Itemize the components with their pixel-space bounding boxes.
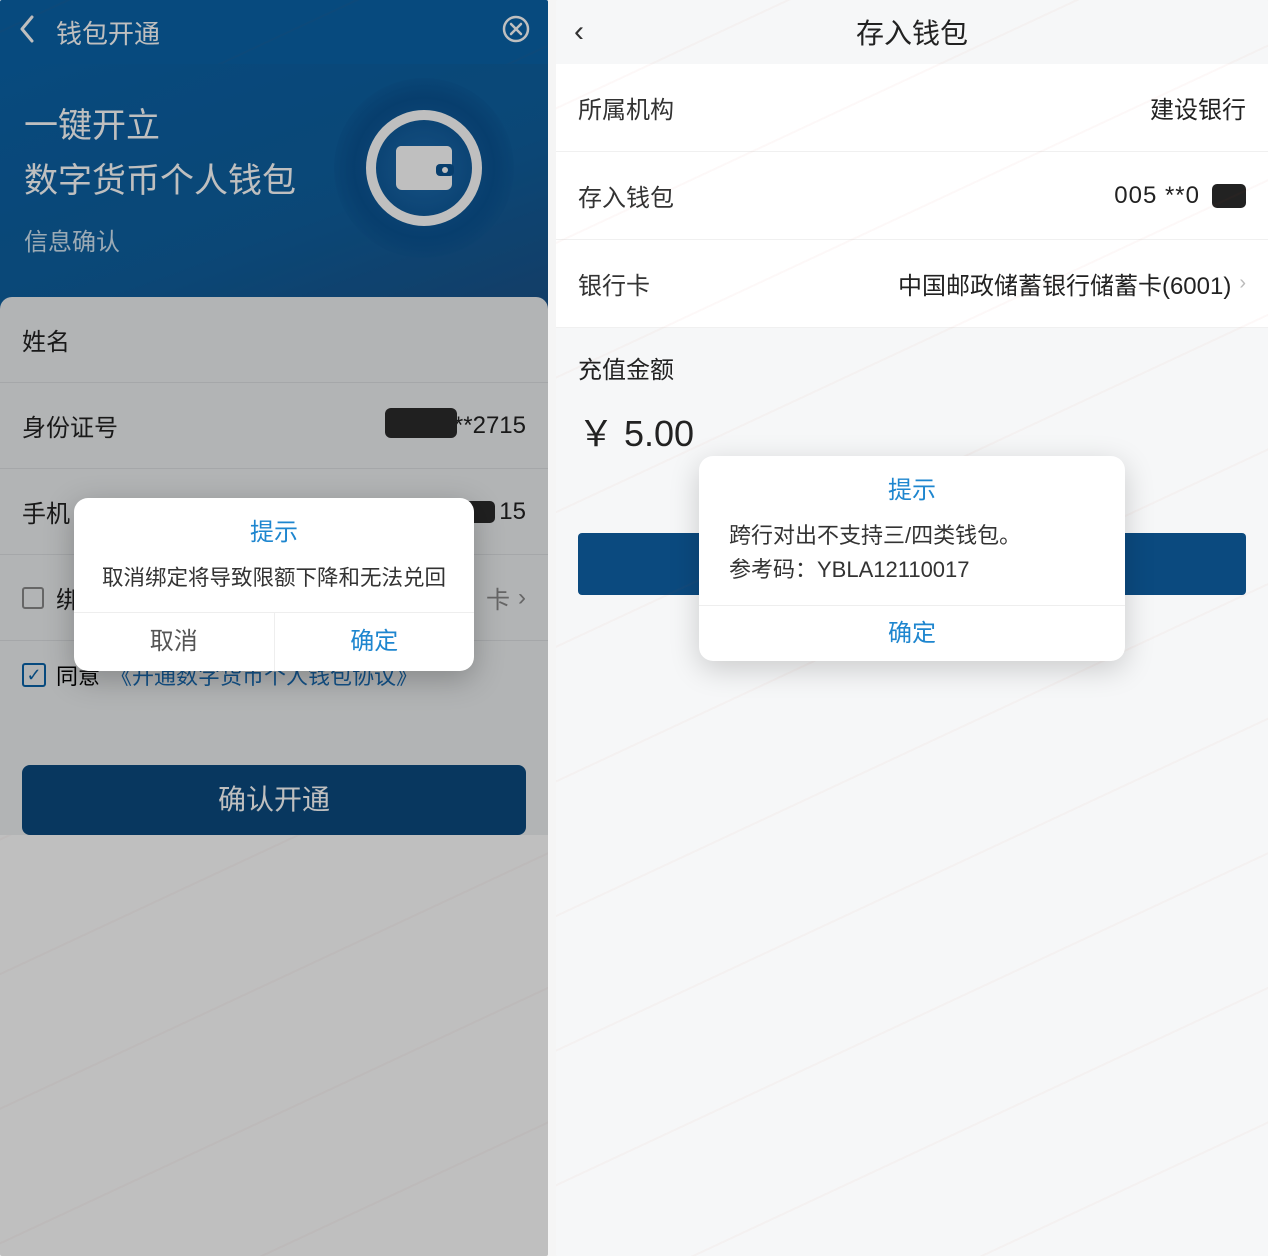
- dialog-left: 提示 取消绑定将导致限额下降和无法兑回 取消 确定: [74, 498, 474, 671]
- ok-button-right[interactable]: 确定: [699, 605, 1125, 661]
- cancel-button[interactable]: 取消: [74, 613, 275, 671]
- dialog-right-title: 提示: [699, 456, 1125, 513]
- dialog-left-buttons: 取消 确定: [74, 612, 474, 671]
- dialog-left-body: 取消绑定将导致限额下降和无法兑回: [74, 557, 474, 612]
- right-screenshot: ‹ 存入钱包 所属机构 建设银行 存入钱包 005 **0 银行卡 中国邮政储蓄…: [556, 0, 1268, 1256]
- ok-button-left[interactable]: 确定: [275, 613, 475, 671]
- left-screenshot: 钱包开通 一键开立 数字货币个人钱包 信息确认 姓名 身份证号: [0, 0, 548, 1256]
- dialog-right-line2: 参考码：YBLA12110017: [729, 553, 1095, 587]
- dialog-left-title: 提示: [74, 498, 474, 557]
- dialog-right-body: 跨行对出不支持三/四类钱包。 参考码：YBLA12110017: [699, 513, 1125, 605]
- dialog-right: 提示 跨行对出不支持三/四类钱包。 参考码：YBLA12110017 确定: [699, 456, 1125, 661]
- dialog-right-line1: 跨行对出不支持三/四类钱包。: [729, 519, 1095, 553]
